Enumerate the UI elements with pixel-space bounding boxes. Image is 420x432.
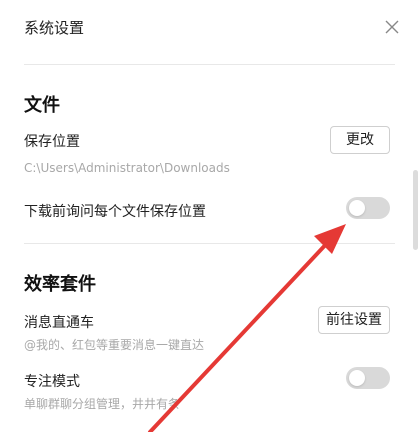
toggle-knob bbox=[349, 200, 365, 216]
ask-each-time-toggle[interactable] bbox=[346, 197, 390, 219]
message-direct-desc: @我的、红包等重要消息一键直达 bbox=[24, 338, 205, 352]
focus-mode-label: 专注模式 bbox=[24, 374, 80, 390]
save-path-text: C:\Users\Administrator\Downloads bbox=[24, 161, 230, 175]
goto-settings-button[interactable]: 前往设置 bbox=[318, 306, 390, 334]
title-bar: 系统设置 bbox=[0, 0, 420, 55]
toggle-knob bbox=[349, 370, 365, 386]
change-location-button[interactable]: 更改 bbox=[330, 126, 390, 154]
close-icon[interactable] bbox=[383, 18, 401, 36]
header-divider bbox=[24, 64, 395, 65]
save-location-label: 保存位置 bbox=[24, 134, 80, 150]
message-direct-label: 消息直通车 bbox=[24, 315, 94, 331]
section-title-efficiency: 效率套件 bbox=[24, 274, 96, 295]
scrollbar-thumb[interactable] bbox=[413, 170, 418, 250]
ask-each-time-label: 下载前询问每个文件保存位置 bbox=[24, 204, 206, 220]
focus-mode-toggle[interactable] bbox=[346, 367, 390, 389]
focus-mode-desc: 单聊群聊分组管理，井井有条 bbox=[24, 397, 181, 411]
section-title-file: 文件 bbox=[24, 95, 60, 116]
window-title: 系统设置 bbox=[24, 19, 85, 37]
section-divider bbox=[24, 243, 395, 244]
